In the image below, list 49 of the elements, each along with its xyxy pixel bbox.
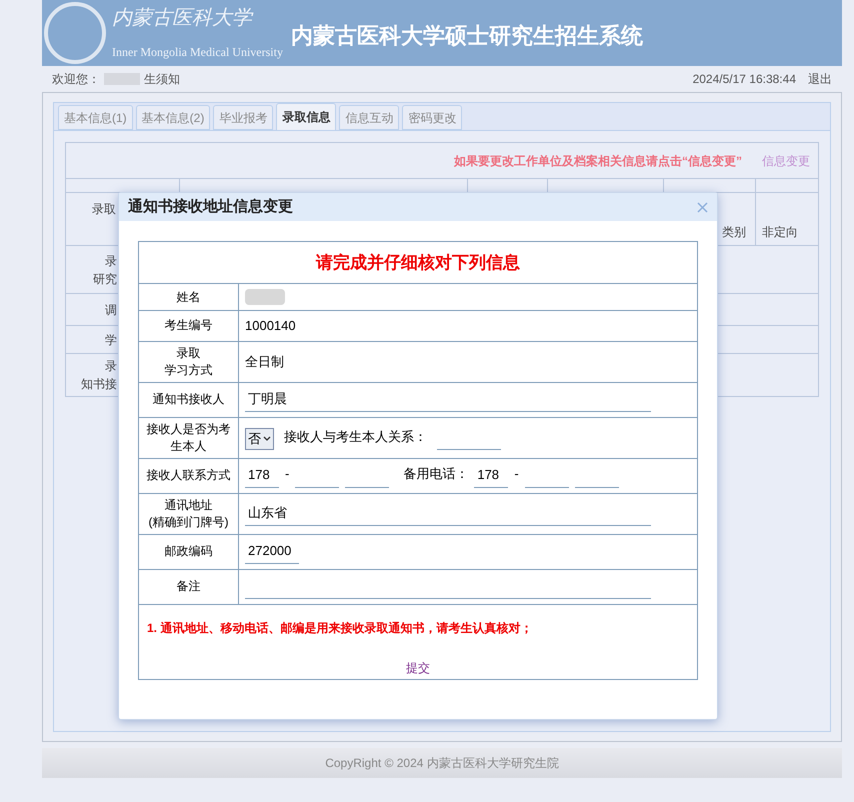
- field-value: 1000140: [245, 317, 296, 335]
- redacted-value: [245, 289, 285, 305]
- field-label: 录取 学习方式: [139, 342, 239, 382]
- table-cell-text: 录取: [92, 201, 116, 218]
- input-field[interactable]: 272000: [245, 540, 299, 564]
- field-label: 接收人联系方式: [139, 458, 239, 492]
- input-field[interactable]: 178: [245, 464, 279, 488]
- note-text: 1. 通讯地址、移动电话、邮编是用来接收录取通知书，请考生认真核对；: [147, 620, 534, 636]
- system-title: 内蒙古医科大学硕士研究生招生系统: [290, 22, 643, 50]
- field-label: 姓名: [139, 284, 239, 310]
- tab[interactable]: 录取信息: [276, 103, 336, 130]
- backup-phone-label: 备用电话：: [403, 465, 468, 483]
- form-heading: 请完成并仔细核对下列信息: [316, 252, 520, 274]
- table-cell-text: 知书接: [81, 376, 117, 393]
- separator-text: -: [514, 465, 519, 483]
- chevron-icon: [263, 436, 271, 441]
- table-cell-text: 录: [105, 358, 117, 375]
- field-label: 通讯地址 (精确到门牌号): [139, 494, 239, 534]
- submit-link[interactable]: 提交: [406, 658, 430, 676]
- logo-script: 内蒙古医科大学: [112, 5, 254, 29]
- datetime-text: 2024/5/17 16:38:44: [692, 71, 796, 88]
- field-label: 考生编号: [139, 311, 239, 340]
- notice-text: 如果要更改工作单位及档案相关信息请点击“信息变更”: [454, 152, 742, 170]
- field-value: 全日制: [245, 352, 284, 371]
- logo-english: Inner Mongolia Medical University: [112, 44, 283, 61]
- field-label: 接收人是否为考 生本人: [139, 418, 239, 458]
- input-field[interactable]: 丁明晨: [245, 388, 651, 412]
- dialog-title: 通知书接收地址信息变更: [128, 196, 293, 217]
- input-field[interactable]: 178: [474, 464, 508, 488]
- table-cell-text: 类别: [722, 224, 746, 240]
- notice-link[interactable]: 生须知: [144, 70, 180, 88]
- logo-emblem-icon: [44, 2, 106, 64]
- table-cell-text: 研究: [93, 270, 117, 288]
- close-button[interactable]: [697, 202, 708, 212]
- copyright-text: CopyRight © 2024 内蒙古医科大学研究生院: [325, 755, 559, 772]
- table-cell-text: 录: [105, 252, 117, 270]
- separator-text: -: [285, 465, 290, 483]
- close-icon: [697, 202, 708, 212]
- table-cell-text: 非定向: [762, 224, 798, 240]
- field-label: 备注: [139, 570, 239, 604]
- relation-label: 接收人与考生本人关系：: [284, 428, 427, 446]
- same-person-select[interactable]: 否: [245, 428, 274, 450]
- field-label: 通知书接收人: [139, 382, 239, 416]
- field-label: 邮政编码: [139, 534, 239, 568]
- table-cell-text: 调: [105, 302, 117, 318]
- table-cell-text: 学: [105, 332, 117, 348]
- input-field[interactable]: 山东省: [245, 502, 651, 526]
- logout-link[interactable]: 退出: [808, 70, 832, 88]
- welcome-label: 欢迎您：: [52, 71, 100, 88]
